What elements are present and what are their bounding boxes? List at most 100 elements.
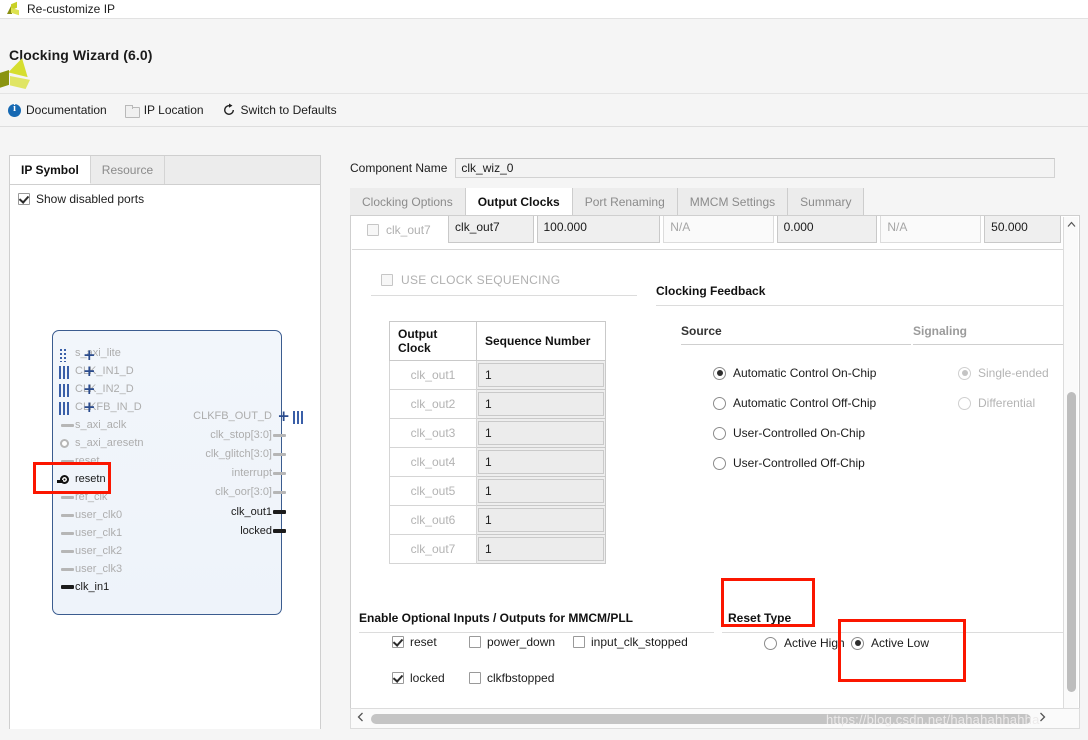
seq-number-cell[interactable]: 1	[476, 534, 606, 564]
dialog-header: Clocking Wizard (6.0)	[0, 20, 1088, 94]
tab-port-renaming[interactable]: Port Renaming	[572, 188, 678, 215]
table-row: clk_out6 1	[389, 505, 606, 535]
input-clk-stopped-label: input_clk_stopped	[591, 635, 688, 649]
tab-output-clocks[interactable]: Output Clocks	[465, 188, 573, 215]
locked-label: locked	[410, 671, 445, 685]
seq-number-input[interactable]: 1	[478, 363, 604, 387]
seq-number-cell[interactable]: 1	[476, 505, 606, 535]
seq-number-cell[interactable]: 1	[476, 389, 606, 419]
port-label: clk_stop[3:0]	[210, 429, 272, 441]
power-down-checkbox[interactable]	[469, 636, 481, 648]
cell-duty-cycle-requested[interactable]: 50.000	[984, 216, 1061, 243]
component-name-row: Component Name clk_wiz_0	[350, 158, 1056, 178]
tab-clocking-options[interactable]: Clocking Options	[350, 188, 466, 215]
seq-number-input[interactable]: 1	[478, 392, 604, 416]
seq-number-cell[interactable]: 1	[476, 418, 606, 448]
cell-port-name[interactable]: clk_out7	[448, 216, 534, 243]
toolbar: Documentation IP Location Switch to Defa…	[0, 94, 1088, 127]
seq-number-input[interactable]: 1	[478, 450, 604, 474]
seq-number-input[interactable]: 1	[478, 537, 604, 561]
pin-stub-active-icon	[61, 585, 74, 589]
use-clock-sequencing-checkbox[interactable]	[381, 274, 393, 286]
table-row: clk_out3 1	[389, 418, 606, 448]
cell-phase-requested[interactable]: 0.000	[776, 216, 878, 243]
radio-user-controlled-on-chip[interactable]: User-Controlled On-Chip	[713, 426, 865, 440]
tab-summary[interactable]: Summary	[788, 188, 865, 215]
pin-stub-active-icon	[273, 529, 286, 533]
expand-icon-s-axi-lite[interactable]: +	[83, 348, 96, 363]
radio-automatic-control-on-chip[interactable]: Automatic Control On-Chip	[713, 366, 876, 380]
port-label: clk_oor[3:0]	[215, 486, 272, 498]
radio-icon[interactable]	[713, 426, 726, 440]
use-clock-sequencing-row[interactable]: USE CLOCK SEQUENCING	[381, 273, 560, 287]
checkbox-clkfbstopped[interactable]: clkfbstopped	[469, 671, 554, 685]
documentation-button[interactable]: Documentation	[8, 103, 107, 117]
reset-type-highlight-box	[721, 578, 815, 627]
checkbox-locked[interactable]: locked	[392, 671, 445, 685]
cell-output-freq-requested[interactable]: 100.000	[536, 216, 661, 243]
seq-clock-name: clk_out3	[389, 418, 477, 448]
switch-to-defaults-button[interactable]: Switch to Defaults	[222, 103, 337, 117]
table-row: clk_out1 1	[389, 360, 606, 390]
show-disabled-ports-row[interactable]: Show disabled ports	[10, 185, 320, 206]
port-user-clk3: user_clk3	[61, 563, 122, 575]
row-checkbox-cell[interactable]: clk_out7	[352, 216, 445, 243]
switch-to-defaults-label: Switch to Defaults	[240, 103, 337, 117]
port-clk-out1: clk_out1	[231, 506, 286, 518]
expand-icon-clk-in2-d[interactable]: +	[83, 382, 96, 397]
expand-icon-clkfb-out-d[interactable]: +	[277, 409, 290, 424]
ip-symbol-panel: IP Symbol Resource Show disabled ports +…	[9, 155, 321, 729]
optional-io-title: Enable Optional Inputs / Outputs for MMC…	[359, 611, 633, 625]
radio-active-high[interactable]: Active High	[764, 636, 845, 650]
checkbox-reset[interactable]: reset	[392, 635, 437, 649]
radio-icon[interactable]	[713, 396, 726, 410]
port-label: clk_out1	[231, 506, 272, 518]
tab-mmcm-settings[interactable]: MMCM Settings	[677, 188, 789, 215]
vertical-scrollbar-thumb[interactable]	[1067, 392, 1076, 692]
port-label: clk_in1	[75, 581, 110, 593]
table-row-separator	[352, 249, 1064, 250]
power-down-label: power_down	[487, 635, 556, 649]
tab-resource[interactable]: Resource	[91, 156, 166, 184]
pin-stub-icon	[273, 491, 286, 494]
seq-number-input[interactable]: 1	[478, 479, 604, 503]
tab-ip-symbol[interactable]: IP Symbol	[10, 156, 91, 184]
checkbox-power-down[interactable]: power_down	[469, 635, 555, 649]
radio-user-controlled-off-chip[interactable]: User-Controlled Off-Chip	[713, 456, 865, 470]
input-clk-stopped-checkbox[interactable]	[573, 636, 585, 648]
ip-location-button[interactable]: IP Location	[124, 103, 204, 118]
scroll-up-arrow-icon[interactable]	[1064, 217, 1079, 232]
locked-checkbox[interactable]	[392, 672, 404, 684]
signaling-title: Signaling	[913, 324, 967, 338]
vertical-scrollbar[interactable]	[1063, 217, 1078, 729]
seq-number-cell[interactable]: 1	[476, 360, 606, 390]
clk-out7-checkbox[interactable]	[367, 223, 379, 236]
pin-stub-icon	[61, 532, 74, 535]
show-disabled-ports-checkbox[interactable]	[18, 193, 30, 205]
port-user-clk0: user_clk0	[61, 509, 122, 521]
radio-icon[interactable]	[713, 366, 726, 380]
clkfbstopped-checkbox[interactable]	[469, 672, 481, 684]
radio-icon[interactable]	[713, 456, 726, 470]
radio-automatic-control-off-chip[interactable]: Automatic Control Off-Chip	[713, 396, 876, 410]
seq-number-cell[interactable]: 1	[476, 476, 606, 506]
sequence-table-header-row: Output Clock Sequence Number	[389, 321, 606, 361]
seq-number-cell[interactable]: 1	[476, 447, 606, 477]
source-title: Source	[681, 324, 722, 338]
radio-icon[interactable]	[764, 636, 777, 650]
refresh-icon	[222, 103, 236, 117]
expand-icon-clk-in1-d[interactable]: +	[83, 364, 96, 379]
bus-pin-icon	[59, 402, 70, 415]
checkbox-input-clk-stopped[interactable]: input_clk_stopped	[573, 635, 688, 649]
component-name-input[interactable]: clk_wiz_0	[455, 158, 1056, 178]
scroll-left-arrow-icon[interactable]	[351, 712, 369, 725]
reset-checkbox[interactable]	[392, 636, 404, 648]
active-low-highlight-box	[838, 619, 966, 682]
seq-number-input[interactable]: 1	[478, 421, 604, 445]
radio-label: Active High	[784, 636, 845, 650]
component-name-label: Component Name	[350, 161, 448, 175]
expand-icon-clkfb-in-d[interactable]: +	[83, 400, 96, 415]
seq-number-input[interactable]: 1	[478, 508, 604, 532]
pin-stub-icon	[61, 496, 74, 499]
port-clk-stop: clk_stop[3:0]	[210, 429, 286, 441]
